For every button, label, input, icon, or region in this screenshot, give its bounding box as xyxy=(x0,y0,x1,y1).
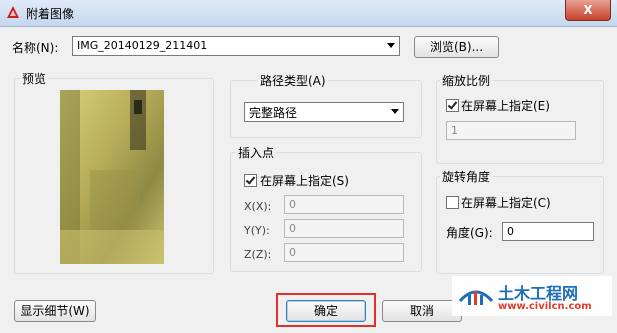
angle-label: 角度(G): xyxy=(446,226,493,240)
z-value: 0 xyxy=(289,246,296,259)
rotation-specify-label: 在屏幕上指定(C) xyxy=(461,196,551,210)
z-label: Z(Z): xyxy=(244,248,272,261)
name-dropdown[interactable]: IMG_20140129_211401 xyxy=(72,36,400,56)
autocad-app-icon xyxy=(7,6,19,18)
z-input[interactable]: 0 xyxy=(284,243,404,262)
x-input[interactable]: 0 xyxy=(284,195,404,214)
scale-specify-checkbox[interactable] xyxy=(446,99,459,112)
preview-title: 预览 xyxy=(20,70,49,87)
chevron-down-icon xyxy=(387,43,395,48)
watermark-logo xyxy=(458,290,494,305)
y-value: 0 xyxy=(289,222,296,235)
scale-input[interactable]: 1 xyxy=(446,121,576,140)
angle-input[interactable]: 0 xyxy=(502,222,594,241)
browse-button[interactable]: 浏览(B)... xyxy=(414,36,499,58)
rotation-title: 旋转角度 xyxy=(440,168,493,185)
watermark-url: www.civilcn.com xyxy=(498,301,592,312)
name-label: 名称(N): xyxy=(12,41,59,55)
scale-title: 缩放比例 xyxy=(440,72,493,89)
angle-value: 0 xyxy=(507,225,514,238)
name-value: IMG_20140129_211401 xyxy=(77,39,208,52)
x-value: 0 xyxy=(289,198,296,211)
insert-specify-label: 在屏幕上指定(S) xyxy=(260,174,349,188)
scale-value: 1 xyxy=(451,124,458,137)
show-details-button[interactable]: 显示细节(W) xyxy=(14,300,96,322)
title-bar: 附着图像 X xyxy=(0,0,617,27)
insert-specify-checkbox[interactable] xyxy=(244,174,257,187)
ok-highlight-box xyxy=(276,293,376,327)
close-button[interactable]: X xyxy=(565,0,611,21)
x-label: X(X): xyxy=(244,200,272,213)
path-type-value: 完整路径 xyxy=(249,106,298,120)
scale-specify-label: 在屏幕上指定(E) xyxy=(461,99,550,113)
preview-image xyxy=(60,90,164,264)
y-input[interactable]: 0 xyxy=(284,219,404,238)
chevron-down-icon xyxy=(391,109,399,114)
attach-image-dialog: 附着图像 X 名称(N): IMG_20140129_211401 浏览(B).… xyxy=(0,0,617,333)
path-type-title: 路径类型(A) xyxy=(258,72,328,89)
cancel-button[interactable]: 取消 xyxy=(382,300,462,322)
insertion-point-title: 插入点 xyxy=(236,144,277,161)
path-type-dropdown[interactable]: 完整路径 xyxy=(244,102,404,122)
y-label: Y(Y): xyxy=(244,224,270,237)
rotation-specify-checkbox[interactable] xyxy=(446,196,459,209)
window-title: 附着图像 xyxy=(26,7,75,21)
